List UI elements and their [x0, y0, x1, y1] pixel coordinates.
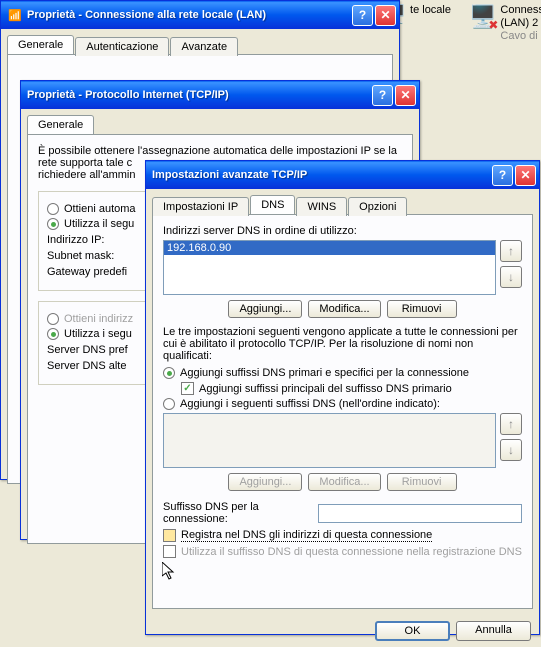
close-button[interactable]: ✕ — [395, 85, 416, 106]
label: Connession (LAN) 2 Cavo di ret — [500, 4, 541, 44]
tab-wins[interactable]: WINS — [296, 197, 347, 216]
remove-suffix-button: Rimuovi — [387, 473, 457, 491]
radio-order-suffix[interactable]: Aggiungi i seguenti suffissi DNS (nell'o… — [163, 398, 522, 410]
titlebar[interactable]: Proprietà - Protocollo Internet (TCP/IP)… — [21, 81, 419, 109]
check-register-dns[interactable]: Registra nel DNS gli indirizzi di questa… — [163, 529, 522, 542]
close-button[interactable]: ✕ — [375, 5, 396, 26]
move-down-suffix-button: ↓ — [500, 439, 522, 461]
help-button[interactable]: ? — [352, 5, 373, 26]
suffix-list — [163, 413, 496, 468]
move-up-button[interactable]: ↑ — [500, 240, 522, 262]
move-up-suffix-button: ↑ — [500, 413, 522, 435]
radio-primary-suffix[interactable]: Aggiungi suffissi DNS primari e specific… — [163, 367, 522, 379]
label: te locale — [410, 4, 451, 17]
tab-general[interactable]: Generale — [7, 35, 74, 54]
network-disconnected-icon: 🖥️✖ — [469, 4, 496, 30]
label-ip: Indirizzo IP: — [47, 234, 157, 246]
dns-list-label: Indirizzi server DNS in ordine di utiliz… — [163, 225, 522, 237]
tab-ip[interactable]: Impostazioni IP — [152, 197, 249, 216]
move-down-button[interactable]: ↓ — [500, 266, 522, 288]
label-dns-pref: Server DNS pref — [47, 344, 157, 356]
window-title: Proprietà - Connessione alla rete locale… — [27, 9, 352, 21]
tab-auth[interactable]: Autenticazione — [75, 37, 169, 56]
label-mask: Subnet mask: — [47, 250, 157, 262]
check-parent-suffix[interactable]: ✓Aggiungi suffissi principali del suffis… — [181, 382, 522, 395]
titlebar[interactable]: 📶 Proprietà - Connessione alla rete loca… — [1, 1, 399, 29]
edit-button[interactable]: Modifica... — [308, 300, 380, 318]
add-button[interactable]: Aggiungi... — [228, 300, 302, 318]
cancel-button[interactable]: Annulla — [456, 621, 531, 641]
suffix-input-label: Suffisso DNS per la connessione: — [163, 501, 318, 525]
help-button[interactable]: ? — [492, 165, 513, 186]
desktop-icon-lan2[interactable]: 🖥️✖ Connession (LAN) 2 Cavo di ret — [469, 4, 539, 44]
suffix-input[interactable] — [318, 504, 522, 523]
tab-dns[interactable]: DNS — [250, 195, 295, 214]
dns-server-list[interactable]: 192.168.0.90 — [163, 240, 496, 295]
close-button[interactable]: ✕ — [515, 165, 536, 186]
label-gateway: Gateway predefi — [47, 266, 157, 278]
add-suffix-button: Aggiungi... — [228, 473, 302, 491]
tab-advanced[interactable]: Avanzate — [170, 37, 238, 56]
suffix-description: Le tre impostazioni seguenti vengono app… — [163, 326, 522, 362]
tab-options[interactable]: Opzioni — [348, 197, 407, 216]
help-button[interactable]: ? — [372, 85, 393, 106]
adapter-icon: 📶 — [7, 7, 23, 23]
titlebar[interactable]: Impostazioni avanzate TCP/IP ? ✕ — [146, 161, 539, 189]
edit-suffix-button: Modifica... — [308, 473, 380, 491]
ok-button[interactable]: OK — [375, 621, 450, 641]
tab-general[interactable]: Generale — [27, 115, 94, 134]
window-title: Impostazioni avanzate TCP/IP — [152, 169, 492, 181]
remove-button[interactable]: Rimuovi — [387, 300, 457, 318]
window-title: Proprietà - Protocollo Internet (TCP/IP) — [27, 89, 372, 101]
dns-entry[interactable]: 192.168.0.90 — [164, 241, 495, 255]
label-dns-alt: Server DNS alte — [47, 360, 157, 372]
window-advanced-tcpip: Impostazioni avanzate TCP/IP ? ✕ Imposta… — [145, 160, 540, 635]
check-use-suffix-dns: Utilizza il suffisso DNS di questa conne… — [163, 545, 522, 558]
